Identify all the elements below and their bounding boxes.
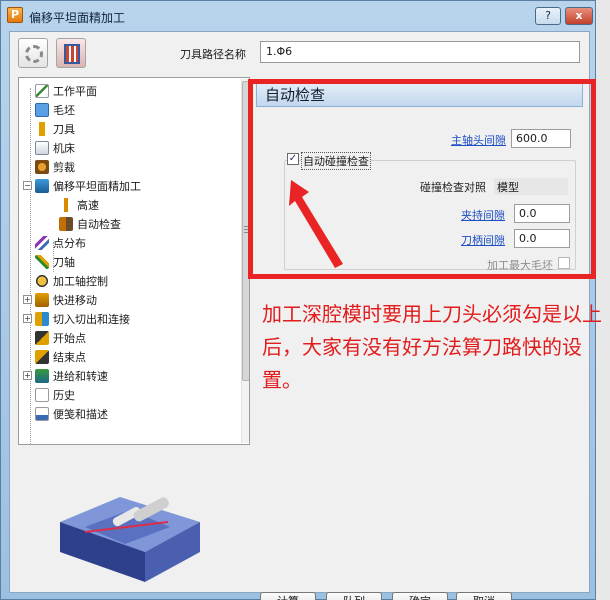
holder-clearance-input[interactable]: 0.0 (514, 204, 570, 223)
machine-icon (35, 140, 49, 155)
tree-label: 进给和转速 (53, 369, 108, 383)
close-button[interactable]: x (565, 7, 593, 25)
tree-label: 工作平面 (53, 84, 97, 98)
tree-item-start-point[interactable]: 开始点 (35, 328, 86, 347)
collision-ref-value: 模型 (494, 178, 568, 195)
tree-item-history[interactable]: 历史 (35, 385, 75, 404)
auto-collision-checkbox[interactable]: ✓ (287, 153, 299, 165)
tree-label: 历史 (53, 388, 75, 402)
tree-label: 机床 (53, 141, 75, 155)
max-stock-label: 加工最大毛坯 (487, 259, 553, 272)
grip-icon (244, 226, 249, 234)
tree-label: 点分布 (53, 236, 86, 250)
tree-item-end-point[interactable]: 结束点 (35, 347, 86, 366)
strategy-picker-button[interactable] (56, 38, 86, 68)
spindle-clearance-link[interactable]: 主轴头间隙 (451, 132, 506, 148)
workplane-icon (35, 83, 49, 98)
path-name-input[interactable]: 1.Φ6 (260, 41, 580, 63)
scrollbar-thumb[interactable] (242, 81, 249, 381)
finishing-icon (35, 178, 49, 193)
shank-clearance-link[interactable]: 刀柄间隙 (461, 232, 505, 248)
tree-item-machine[interactable]: 机床 (35, 138, 75, 157)
point-distribution-icon (35, 235, 49, 250)
shank-clearance-input[interactable]: 0.0 (514, 229, 570, 248)
limit-icon (35, 159, 49, 174)
tree-item-finishing[interactable]: − 偏移平坦面精加工 (23, 176, 141, 195)
leads-links-icon (35, 311, 49, 326)
high-speed-icon (59, 197, 73, 212)
tool-icon (35, 121, 49, 136)
tree-label: 刀轴 (53, 255, 75, 269)
tree-item-block[interactable]: 毛坯 (35, 100, 75, 119)
tree-item-tool-axis[interactable]: 刀轴 (35, 252, 75, 271)
tree-label: 自动检查 (77, 217, 121, 231)
tree-label: 高速 (77, 198, 99, 212)
ok-button[interactable]: 确定 (392, 592, 448, 600)
strategy-tree: 工作平面 毛坯 刀具 机床 剪裁 − 偏移平坦面精加工 高速 自动检查 点分布 … (18, 77, 250, 445)
rapid-move-icon (35, 292, 49, 307)
window-title: 偏移平坦面精加工 (29, 11, 126, 25)
history-icon (35, 387, 49, 402)
strategy-icon (64, 44, 80, 64)
tree-scrollbar[interactable] (241, 79, 249, 443)
tree-label: 便笺和描述 (53, 407, 108, 421)
tree-label: 剪裁 (53, 160, 75, 174)
tree-label: 加工轴控制 (53, 274, 108, 288)
tree-label: 快进移动 (53, 293, 97, 307)
tool-axis-icon (35, 254, 49, 269)
notes-icon (35, 406, 49, 421)
help-button[interactable]: ? (535, 7, 561, 25)
gear-icon (25, 45, 43, 63)
title-bar[interactable]: P 偏移平坦面精加工 ? x (1, 1, 595, 31)
collision-ref-label: 碰撞检查对照 (420, 181, 486, 194)
tree-item-rapid-move[interactable]: + 快进移动 (23, 290, 97, 309)
tree-label: 切入切出和连接 (53, 312, 130, 326)
tree-label: 偏移平坦面精加工 (53, 179, 141, 193)
settings-toggle-button[interactable] (18, 38, 48, 68)
tree-item-limit[interactable]: 剪裁 (35, 157, 75, 176)
tree-item-point-distribution[interactable]: 点分布 (35, 233, 86, 252)
strategy-preview-image (60, 497, 200, 582)
axis-control-icon (35, 273, 49, 288)
tree-item-notes[interactable]: 便笺和描述 (35, 404, 108, 423)
path-name-label: 刀具路径名称 (180, 48, 246, 61)
queue-button[interactable]: 队列 (326, 592, 382, 600)
tree-label: 开始点 (53, 331, 86, 345)
collapse-toggle[interactable]: − (23, 181, 32, 190)
tree-item-leads-links[interactable]: + 切入切出和连接 (23, 309, 130, 328)
tree-connector (30, 88, 31, 444)
tree-item-workplane[interactable]: 工作平面 (35, 81, 97, 100)
tree-label: 结束点 (53, 350, 86, 364)
start-point-icon (35, 330, 49, 345)
block-icon (35, 102, 49, 117)
annotation-text: 加工深腔模时要用上刀头必须勾是以上后，大家有没有好方法算刀路快的设置。 (262, 302, 602, 392)
tree-item-high-speed[interactable]: 高速 (59, 195, 99, 214)
cancel-button[interactable]: 取消 (456, 592, 512, 600)
expand-toggle[interactable]: + (23, 314, 32, 323)
tree-label: 毛坯 (53, 103, 75, 117)
tree-item-tool[interactable]: 刀具 (35, 119, 75, 138)
tree-item-auto-check[interactable]: 自动检查 (59, 214, 121, 233)
expand-toggle[interactable]: + (23, 295, 32, 304)
end-point-icon (35, 349, 49, 364)
expand-toggle[interactable]: + (23, 371, 32, 380)
max-stock-checkbox[interactable] (558, 257, 570, 269)
auto-collision-label[interactable]: 自动碰撞检查 (301, 152, 371, 170)
feeds-speeds-icon (35, 368, 49, 383)
tree-item-axis-control[interactable]: 加工轴控制 (35, 271, 108, 290)
panel-title: 自动检查 (256, 80, 583, 107)
auto-check-icon (59, 216, 73, 231)
tree-label: 刀具 (53, 122, 75, 136)
calculate-button[interactable]: 计算 (260, 592, 316, 600)
tree-item-feeds-speeds[interactable]: + 进给和转速 (23, 366, 108, 385)
powermill-app-icon: P (7, 7, 23, 23)
holder-clearance-link[interactable]: 夹持间隙 (461, 207, 505, 223)
spindle-clearance-input[interactable]: 600.0 (511, 129, 571, 148)
